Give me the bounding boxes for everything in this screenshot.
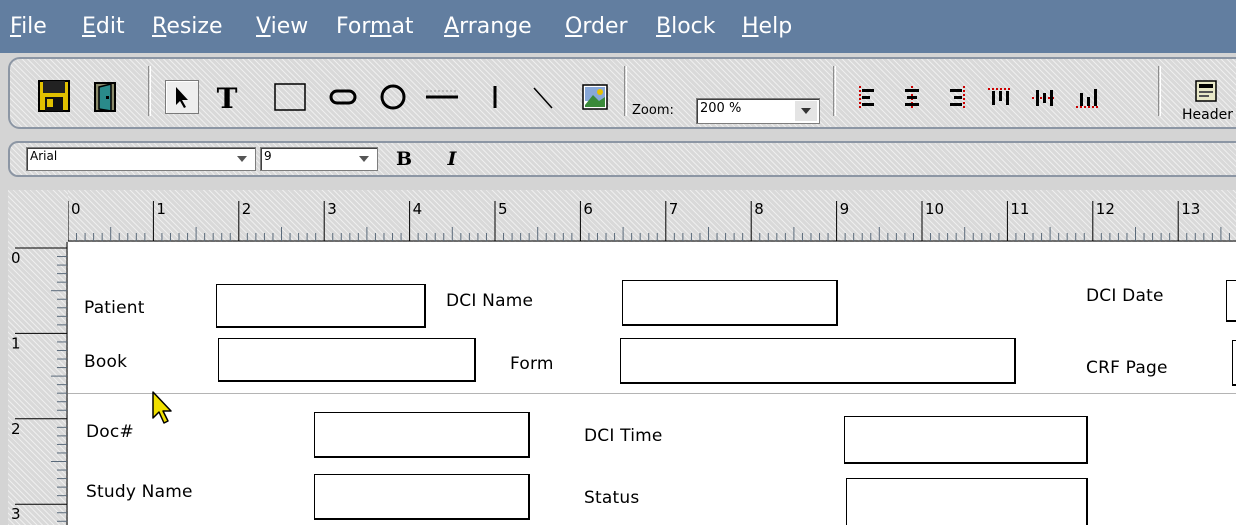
text-tool-icon[interactable]: T <box>210 80 244 114</box>
menu-arrange[interactable]: Arrange <box>444 13 532 41</box>
horizontal-line-tool-icon[interactable] <box>420 82 464 112</box>
mouse-cursor-icon <box>148 388 178 428</box>
form-field[interactable] <box>620 338 1016 384</box>
ruler-label: 3 <box>11 505 21 523</box>
menu-help[interactable]: Help <box>742 13 792 41</box>
select-pointer-icon[interactable] <box>165 80 199 114</box>
ruler-label: 6 <box>583 200 593 218</box>
menu-resize[interactable]: Resize <box>152 13 223 41</box>
section-divider <box>68 393 1236 394</box>
align-center-icon[interactable] <box>898 84 926 112</box>
patient-label: Patient <box>84 298 145 318</box>
vertical-ruler: 0 1 2 3 <box>8 242 68 525</box>
bold-button[interactable]: B <box>392 147 416 171</box>
svg-text:T: T <box>217 82 238 112</box>
chevron-down-icon[interactable] <box>353 150 375 168</box>
ellipse-tool-icon[interactable] <box>376 80 410 114</box>
dci-name-label: DCI Name <box>446 291 534 311</box>
horizontal-ruler: 0 1 2 3 4 5 6 7 8 9 10 11 12 13 <box>68 190 1236 242</box>
study-name-label: Study Name <box>86 482 193 502</box>
image-tool-icon[interactable] <box>578 80 612 114</box>
header-icon[interactable] <box>1190 78 1222 106</box>
menu-format[interactable]: Format <box>336 13 414 41</box>
dci-time-label: DCI Time <box>584 426 663 446</box>
menu-edit[interactable]: Edit <box>82 13 125 41</box>
patient-field[interactable] <box>216 284 426 328</box>
crf-page-label: CRF Page <box>1086 358 1168 378</box>
toolbar-separator <box>624 66 627 116</box>
ruler-label: 2 <box>242 200 252 218</box>
ruler-label: 9 <box>840 200 850 218</box>
font-size-select[interactable]: 9 <box>260 147 378 171</box>
zoom-select[interactable]: 200 % <box>696 98 820 124</box>
menu-order[interactable]: Order <box>565 13 628 41</box>
menu-view[interactable]: View <box>256 13 308 41</box>
crf-page-field[interactable] <box>1232 340 1236 386</box>
ruler-label: 0 <box>71 200 81 218</box>
chevron-down-icon[interactable] <box>231 150 253 168</box>
ruler-label: 2 <box>11 420 21 438</box>
zoom-label: Zoom: <box>632 103 674 118</box>
align-right-icon[interactable] <box>942 84 970 112</box>
dci-name-field[interactable] <box>622 280 838 326</box>
rectangle-tool-icon[interactable] <box>270 80 310 114</box>
toolbar-separator <box>148 66 151 116</box>
align-top-icon[interactable] <box>986 84 1014 112</box>
rounded-rectangle-tool-icon[interactable] <box>326 84 360 110</box>
ruler-label: 1 <box>156 200 166 218</box>
ruler-label: 11 <box>1010 200 1029 218</box>
menu-bar: File Edit Resize View Format Arrange Ord… <box>0 0 1236 53</box>
doc-number-field[interactable] <box>314 412 530 458</box>
dci-date-field[interactable] <box>1226 280 1236 322</box>
ruler-label: 0 <box>11 249 21 267</box>
dci-date-label: DCI Date <box>1086 286 1164 306</box>
font-family-value: Arial <box>30 149 58 163</box>
align-middle-icon[interactable] <box>1030 84 1058 112</box>
form-canvas[interactable]: Patient DCI Name DCI Date Book Form CRF … <box>68 242 1236 525</box>
chevron-down-icon[interactable] <box>795 101 817 121</box>
ruler-label: 1 <box>11 334 21 352</box>
status-label: Status <box>584 488 640 508</box>
ruler-label: 12 <box>1096 200 1115 218</box>
ruler-label: 7 <box>669 200 679 218</box>
book-label: Book <box>84 352 128 372</box>
menu-block[interactable]: Block <box>656 13 716 41</box>
toolbar-separator <box>1158 66 1161 116</box>
vertical-line-tool-icon[interactable] <box>480 80 510 114</box>
diagonal-line-tool-icon[interactable] <box>526 80 560 114</box>
font-family-select[interactable]: Arial <box>26 147 256 171</box>
doc-number-label: Doc# <box>86 422 134 442</box>
ruler-label: 3 <box>327 200 337 218</box>
form-label: Form <box>510 354 554 374</box>
ruler-label: 4 <box>413 200 423 218</box>
status-field[interactable] <box>846 478 1088 525</box>
italic-button[interactable]: I <box>440 147 464 171</box>
header-button-label[interactable]: Header <box>1182 107 1233 123</box>
ruler-label: 8 <box>754 200 764 218</box>
ruler-label: 5 <box>498 200 508 218</box>
save-icon[interactable] <box>36 78 72 114</box>
book-field[interactable] <box>218 338 476 382</box>
toolbar-separator <box>833 66 836 116</box>
zoom-value: 200 % <box>700 101 742 116</box>
menu-file[interactable]: File <box>10 13 47 41</box>
align-left-icon[interactable] <box>854 84 882 112</box>
align-bottom-icon[interactable] <box>1074 84 1102 112</box>
study-name-field[interactable] <box>314 474 530 520</box>
dci-time-field[interactable] <box>844 416 1088 464</box>
exit-door-icon[interactable] <box>90 80 122 114</box>
ruler-label: 10 <box>925 200 944 218</box>
ruler-label: 13 <box>1181 200 1200 218</box>
ruler-corner <box>8 190 68 242</box>
font-size-value: 9 <box>264 149 272 163</box>
